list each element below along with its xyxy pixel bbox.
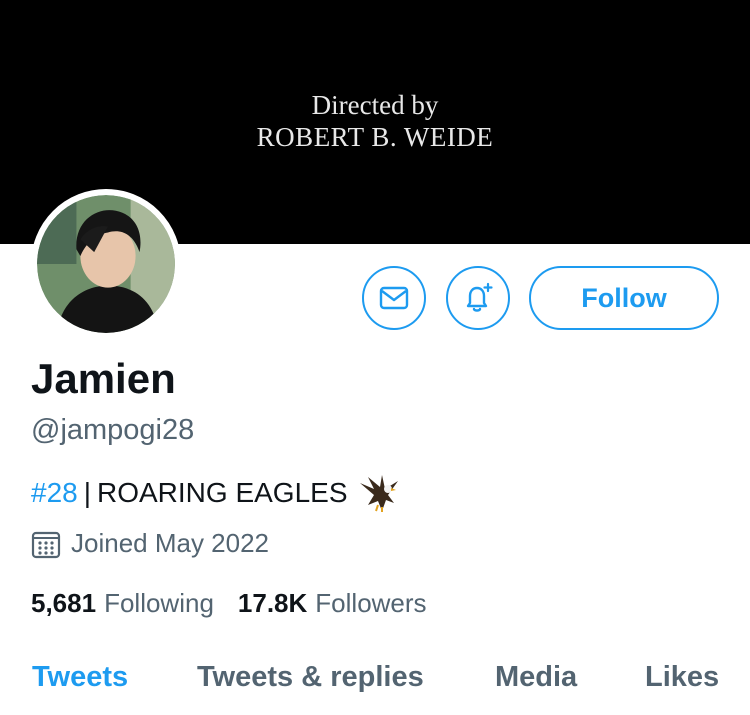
following-label: Following [104,588,214,618]
bio: #28 | ROARING EAGLES [31,473,402,513]
banner-text-directed-by: Directed by [311,90,439,120]
eagle-emoji-icon [358,473,402,513]
envelope-icon [379,286,409,310]
bio-text: ROARING EAGLES [97,477,348,508]
message-button[interactable] [362,266,426,330]
bio-hashtag-link[interactable]: #28 [31,477,78,509]
tab-likes[interactable]: Likes [645,661,719,694]
following-count: 5,681 [31,588,97,618]
joined-text: Joined May 2022 [71,528,270,558]
joined-date: Joined May 2022 [31,528,269,559]
following-link[interactable]: 5,681 Following [31,588,214,619]
avatar-image [37,195,175,333]
avatar[interactable] [31,189,181,339]
banner-text-director-name: ROBERT B. WEIDE [256,122,494,152]
tab-tweets[interactable]: Tweets [32,661,128,694]
notifications-button[interactable] [446,266,510,330]
follow-button[interactable]: Follow [529,266,719,330]
calendar-icon [31,531,61,558]
followers-label: Followers [315,588,427,618]
tab-media[interactable]: Media [495,661,577,694]
bio-separator: | [83,477,91,508]
bell-plus-icon [466,282,493,312]
followers-link[interactable]: 17.8K Followers [238,588,427,619]
followers-count: 17.8K [237,588,308,618]
display-name: Jamien [31,355,176,402]
tab-tweets-and-replies[interactable]: Tweets & replies [197,661,424,694]
follow-stats: 5,681 Following 17.8K Followers [31,588,427,619]
profile-tabs: Tweets Tweets & replies Media Likes [0,655,750,715]
user-handle: @jampogi28 [31,414,195,446]
